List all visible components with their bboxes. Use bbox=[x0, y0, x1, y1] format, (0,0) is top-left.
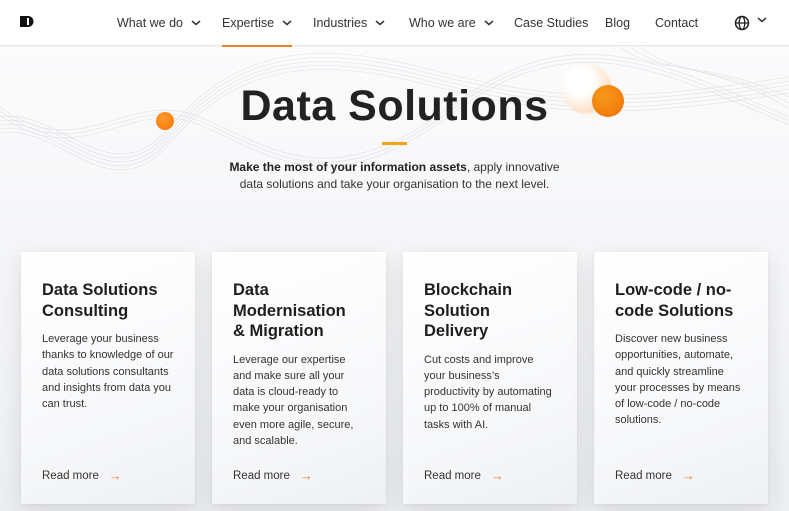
background-waves-decoration bbox=[0, 47, 789, 170]
globe-icon bbox=[734, 15, 750, 31]
nav-item-who-we-are[interactable]: Who we are bbox=[409, 0, 494, 46]
top-navbar: What we do Expertise Industries Who we a… bbox=[0, 0, 789, 47]
nav-item-industries[interactable]: Industries bbox=[313, 0, 385, 46]
chevron-down-icon bbox=[282, 20, 292, 26]
read-more-label: Read more bbox=[233, 469, 290, 482]
read-more-label: Read more bbox=[42, 469, 99, 482]
language-selector[interactable] bbox=[734, 0, 767, 46]
chevron-down-icon bbox=[757, 17, 767, 23]
read-more-link[interactable]: Read more → bbox=[615, 468, 695, 483]
service-card[interactable]: Data Solutions Consulting Leverage your … bbox=[21, 252, 195, 504]
card-text: Discover new business opportunities, aut… bbox=[615, 333, 741, 427]
service-card[interactable]: Low-code / no-code Solutions Discover ne… bbox=[594, 252, 768, 504]
nav-item-case-studies[interactable]: Case Studies bbox=[514, 0, 588, 46]
subtitle-rest: , apply innovative bbox=[466, 160, 560, 174]
nav-item-contact[interactable]: Contact bbox=[655, 0, 698, 46]
card-text: Leverage our expertise and make sure all… bbox=[233, 353, 354, 447]
read-more-link[interactable]: Read more → bbox=[424, 468, 504, 483]
chevron-down-icon bbox=[375, 20, 385, 26]
logo-icon[interactable] bbox=[20, 16, 35, 27]
service-card[interactable]: Blockchain Solution Delivery Cut costs a… bbox=[403, 252, 577, 504]
subtitle-bold: Make the most of your information assets bbox=[229, 160, 467, 174]
nav-item-label: Who we are bbox=[409, 16, 476, 30]
nav-item-blog[interactable]: Blog bbox=[605, 0, 630, 46]
hero-subtitle: Make the most of your information assets… bbox=[0, 159, 789, 193]
read-more-label: Read more bbox=[424, 469, 481, 482]
chevron-down-icon bbox=[191, 20, 201, 26]
nav-item-expertise[interactable]: Expertise bbox=[222, 0, 293, 47]
nav-item-label: Contact bbox=[655, 16, 699, 30]
read-more-link[interactable]: Read more → bbox=[42, 468, 122, 483]
nav-item-label: Case Studies bbox=[514, 16, 589, 30]
arrow-right-icon: → bbox=[490, 468, 504, 483]
nav-item-label: What we do bbox=[117, 16, 184, 30]
title-divider bbox=[382, 142, 407, 145]
nav-item-label: Industries bbox=[313, 16, 368, 30]
card-text: Leverage your business thanks to knowled… bbox=[42, 333, 174, 411]
subtitle-line2: data solutions and take your organisatio… bbox=[239, 177, 550, 191]
page-title: Data Solutions bbox=[240, 82, 549, 130]
nav-item-label: Blog bbox=[605, 16, 631, 30]
read-more-link[interactable]: Read more → bbox=[233, 468, 313, 483]
card-title: Low-code / no-code Solutions bbox=[615, 281, 734, 320]
arrow-right-icon: → bbox=[681, 468, 695, 483]
card-title: Data Solutions Consulting bbox=[42, 281, 158, 320]
card-title: Blockchain Solution Delivery bbox=[424, 281, 513, 340]
card-title: Data Modernisation & Migration bbox=[233, 281, 346, 340]
arrow-right-icon: → bbox=[108, 468, 122, 483]
nav-item-label: Expertise bbox=[222, 16, 275, 30]
nav-item-what-we-do[interactable]: What we do bbox=[117, 0, 201, 46]
service-card[interactable]: Data Modernisation & Migration Leverage … bbox=[212, 252, 386, 504]
arrow-right-icon: → bbox=[299, 468, 313, 483]
read-more-label: Read more bbox=[615, 469, 672, 482]
card-text: Cut costs and improve your business’s pr… bbox=[424, 353, 552, 431]
chevron-down-icon bbox=[484, 20, 494, 26]
